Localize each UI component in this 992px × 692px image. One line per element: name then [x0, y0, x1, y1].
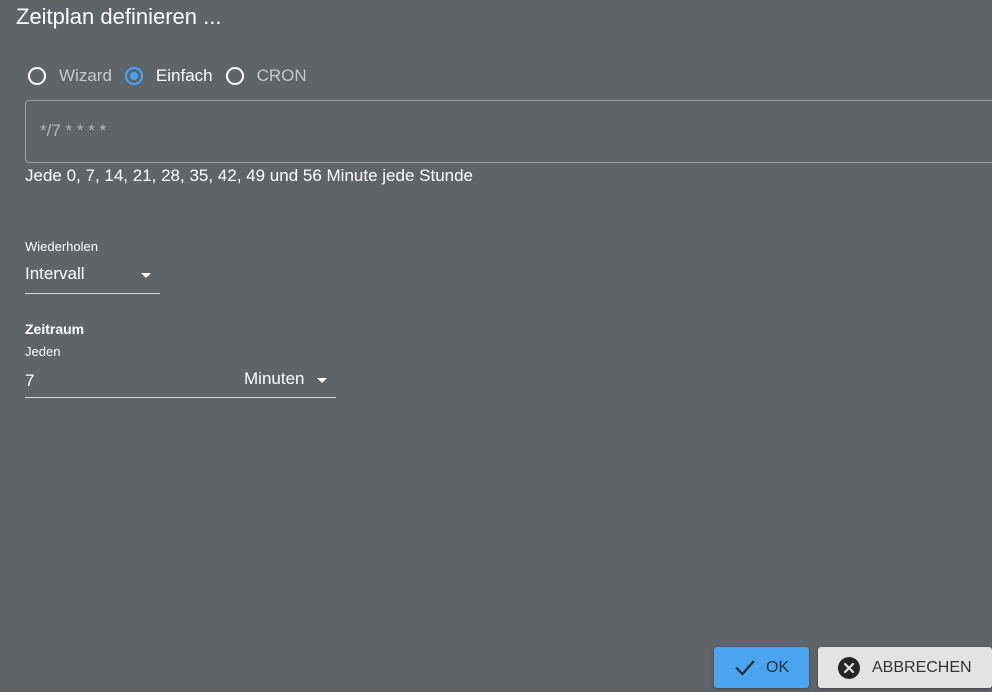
interval-unit-select[interactable]: Minuten: [244, 369, 336, 393]
radio-wizard-circle[interactable]: [28, 67, 46, 85]
cron-description: Jede 0, 7, 14, 21, 28, 35, 42, 49 und 56…: [25, 166, 474, 185]
cancel-button-label: ABBRECHEN: [872, 658, 972, 676]
cron-expression-field: [25, 100, 992, 163]
repeat-select[interactable]: Intervall: [25, 264, 160, 294]
check-icon: [735, 659, 755, 676]
ok-button[interactable]: OK: [714, 647, 809, 688]
interval-unit-value: Minuten: [244, 369, 305, 388]
radio-cron[interactable]: CRON: [225, 66, 307, 86]
cancel-button[interactable]: ABBRECHEN: [818, 647, 992, 688]
mode-radio-group: Wizard Einfach CRON: [28, 63, 320, 89]
radio-wizard-label: Wizard: [59, 66, 112, 85]
radio-einfach-circle[interactable]: [124, 67, 143, 85]
period-heading: Zeitraum: [25, 321, 85, 337]
radio-einfach[interactable]: Einfach: [124, 66, 213, 86]
caret-down-icon: [317, 378, 327, 383]
close-circle-icon: [838, 656, 860, 679]
cron-expression-input[interactable]: [40, 118, 940, 144]
caret-down-icon: [141, 273, 151, 278]
radio-einfach-label: Einfach: [155, 66, 213, 85]
every-label: Jeden: [25, 344, 61, 359]
dialog-title: Zeitplan definieren ...: [16, 4, 222, 29]
interval-value-input[interactable]: [25, 369, 205, 393]
repeat-select-value: Intervall: [25, 264, 85, 283]
radio-cron-label: CRON: [256, 66, 307, 85]
ok-button-label: OK: [766, 658, 790, 676]
repeat-label: Wiederholen: [25, 239, 98, 254]
interval-field: Minuten: [25, 369, 336, 398]
radio-cron-circle[interactable]: [225, 67, 244, 85]
radio-wizard[interactable]: Wizard: [28, 66, 112, 86]
